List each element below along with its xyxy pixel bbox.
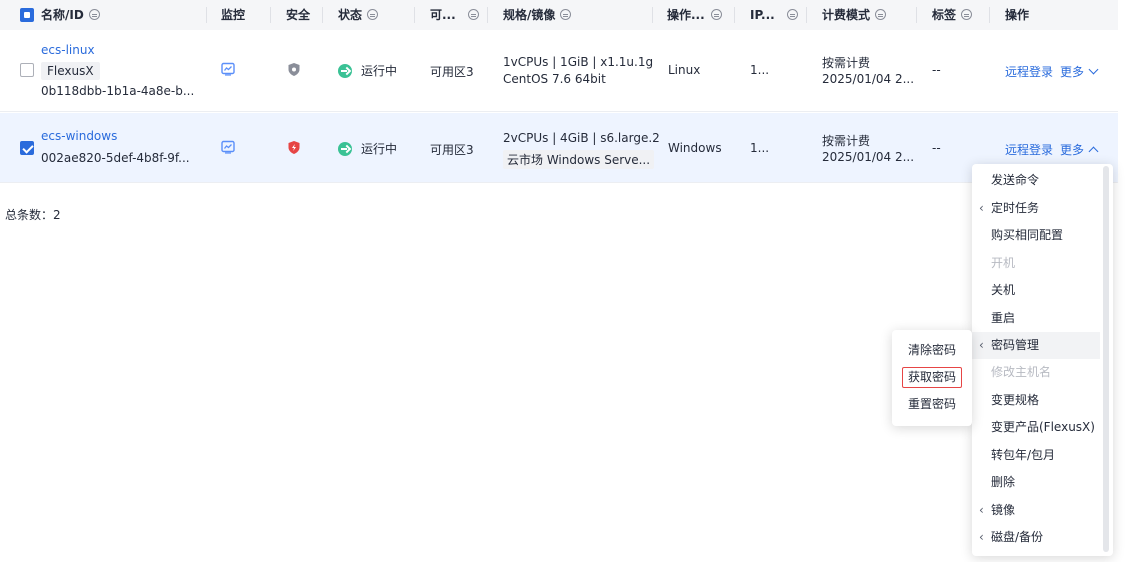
spec-value: 1vCPUs | 1GiB | x1.1u.1g: [503, 55, 654, 69]
billing-date: 2025/01/04 2...: [822, 72, 915, 86]
menu-scrollbar[interactable]: [1103, 166, 1109, 552]
col-billing[interactable]: 计费模式: [822, 0, 887, 30]
row-checkbox[interactable]: [20, 141, 34, 155]
az-value: 可用区3: [430, 143, 474, 157]
monitor-icon[interactable]: [221, 62, 235, 79]
menu-item-scheduled-task[interactable]: ‹ 定时任务: [972, 195, 1100, 222]
chevron-left-icon: ‹: [979, 530, 984, 544]
billing-date: 2025/01/04 2...: [822, 150, 915, 164]
image-value: CentOS 7.6 64bit: [503, 72, 606, 86]
col-status[interactable]: 状态: [338, 0, 379, 30]
status-running: 运行中: [338, 62, 397, 79]
billing-mode: 按需计费: [822, 56, 871, 70]
column-divider: [734, 7, 735, 23]
instance-name-link[interactable]: ecs-windows: [41, 129, 117, 143]
sort-icon[interactable]: [961, 9, 973, 20]
more-actions-menu: 发送命令 ‹ 定时任务 购买相同配置 开机 关机 重启 ‹ 密码管理 修改主机名 变…: [972, 164, 1113, 556]
col-tags[interactable]: 标签: [932, 0, 973, 30]
column-divider: [206, 7, 207, 23]
sort-icon[interactable]: [367, 9, 379, 20]
menu-item-rename-host: 修改主机名: [991, 365, 1052, 379]
remote-login-link[interactable]: 远程登录: [1005, 63, 1053, 80]
os-value: Windows: [668, 141, 722, 155]
chevron-left-icon: ‹: [979, 201, 984, 215]
col-actions: 操作: [1005, 8, 1030, 22]
column-divider: [322, 7, 323, 23]
menu-item-power-off[interactable]: 关机: [972, 277, 1100, 304]
chevron-left-icon: ‹: [979, 503, 984, 517]
sort-icon[interactable]: [88, 9, 100, 20]
shield-alert-icon[interactable]: [287, 140, 301, 158]
column-divider: [414, 7, 415, 23]
table-row: ecs-linux FlexusX 0b118dbb-1b1a-4a8e-b..…: [0, 30, 1118, 112]
menu-item-change-spec[interactable]: 变更规格: [972, 387, 1100, 414]
chevron-up-icon: [1088, 146, 1099, 157]
col-os[interactable]: 操作...: [667, 0, 722, 30]
more-dropdown[interactable]: 更多: [1060, 141, 1099, 158]
column-divider: [916, 7, 917, 23]
tags-value: --: [932, 141, 941, 155]
instance-tag: FlexusX: [41, 62, 100, 80]
running-status-icon: [338, 142, 352, 156]
column-divider: [652, 7, 653, 23]
table-row: ecs-windows 002ae820-5def-4b8f-9f... 运行中…: [0, 113, 1118, 183]
menu-item-restart[interactable]: 重启: [972, 305, 1100, 332]
chevron-down-icon: [1088, 64, 1099, 75]
menu-item-password-management[interactable]: ‹ 密码管理: [972, 332, 1100, 359]
col-monitor: 监控: [221, 8, 246, 22]
ip-value: 1...: [750, 141, 770, 155]
col-spec[interactable]: 规格/镜像: [503, 0, 572, 30]
row-checkbox[interactable]: [20, 63, 34, 77]
sort-icon[interactable]: [710, 9, 722, 20]
chevron-left-icon: ‹: [979, 338, 984, 352]
sort-icon[interactable]: [560, 9, 572, 20]
column-divider: [487, 7, 488, 23]
sort-icon[interactable]: [786, 9, 798, 20]
more-dropdown[interactable]: 更多: [1060, 63, 1099, 80]
submenu-item-reset-password[interactable]: 重置密码: [892, 391, 972, 418]
running-status-icon: [338, 64, 352, 78]
az-value: 可用区3: [430, 65, 474, 79]
col-name[interactable]: 名称/ID: [41, 0, 100, 30]
sort-icon[interactable]: [467, 9, 479, 20]
remote-login-link[interactable]: 远程登录: [1005, 141, 1053, 158]
column-divider: [989, 7, 990, 23]
instance-id: 002ae820-5def-4b8f-9f...: [41, 151, 190, 165]
table-header: 名称/ID 监控 安全 状态 可... 规格/镜像 操作... IP... 计费…: [0, 0, 1118, 30]
spec-value: 2vCPUs | 4GiB | s6.large.2: [503, 131, 660, 145]
menu-item-power-on: 开机: [991, 256, 1016, 270]
status-running: 运行中: [338, 140, 397, 157]
menu-item-disk-backup[interactable]: ‹ 磁盘/备份: [972, 524, 1100, 551]
select-all-checkbox[interactable]: [20, 8, 34, 22]
menu-item-image[interactable]: ‹ 镜像: [972, 497, 1100, 524]
submenu-item-get-password[interactable]: 获取密码: [892, 364, 972, 391]
menu-item-delete[interactable]: 删除: [972, 469, 1100, 496]
col-ip[interactable]: IP...: [750, 0, 798, 30]
os-value: Linux: [668, 63, 701, 77]
sort-icon[interactable]: [875, 9, 887, 20]
tags-value: --: [932, 63, 941, 77]
submenu-item-clear-password[interactable]: 清除密码: [892, 337, 972, 364]
col-az[interactable]: 可...: [430, 0, 479, 30]
instance-id: 0b118dbb-1b1a-4a8e-b...: [41, 84, 195, 98]
total-count: 总条数：2: [5, 208, 61, 222]
column-divider: [270, 7, 271, 23]
instance-name-link[interactable]: ecs-linux: [41, 43, 95, 57]
menu-item-send-command[interactable]: 发送命令: [972, 167, 1100, 194]
monitor-icon[interactable]: [221, 140, 235, 157]
ip-value: 1...: [750, 63, 770, 77]
password-submenu: 清除密码 获取密码 重置密码: [892, 330, 972, 426]
billing-mode: 按需计费: [822, 134, 871, 148]
menu-item-change-product[interactable]: 变更产品(FlexusX): [972, 414, 1100, 441]
menu-item-buy-same-config[interactable]: 购买相同配置: [972, 222, 1100, 249]
image-value: 云市场 Windows Serve...: [503, 150, 655, 169]
column-divider: [806, 7, 807, 23]
col-security: 安全: [286, 8, 311, 22]
menu-item-to-yearly-monthly[interactable]: 转包年/包月: [972, 442, 1100, 469]
shield-icon[interactable]: [287, 62, 301, 80]
